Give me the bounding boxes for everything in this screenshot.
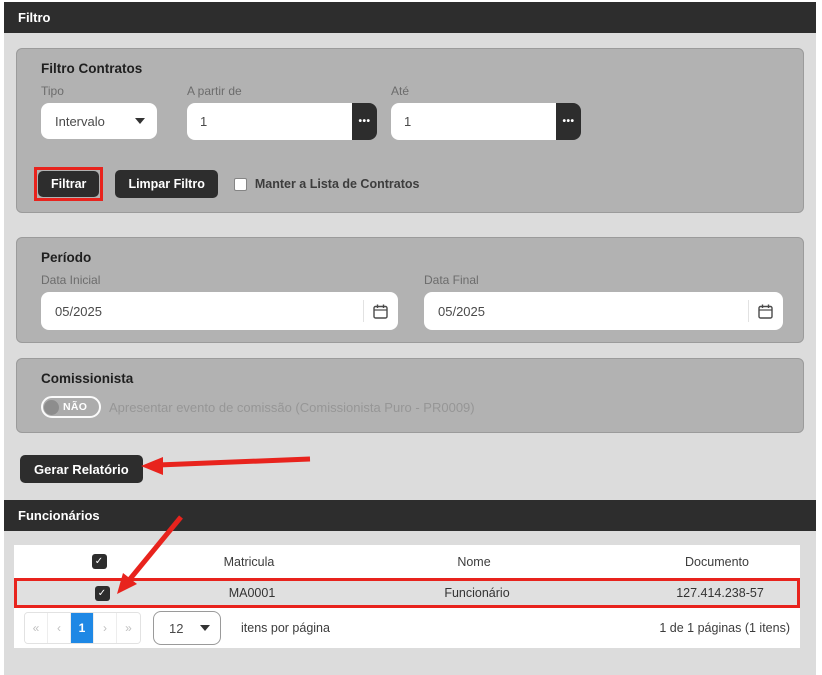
- tipo-select[interactable]: Intervalo: [41, 103, 157, 139]
- row-checkbox[interactable]: ✓: [95, 586, 110, 601]
- page-size-value: 12: [169, 621, 183, 636]
- gerar-relatorio-button[interactable]: Gerar Relatório: [20, 455, 143, 483]
- panel-filtro-contratos: Filtro Contratos Tipo Intervalo A partir…: [16, 48, 804, 213]
- calendar-icon[interactable]: [373, 304, 388, 319]
- header-checkbox-cell: ✓: [14, 554, 184, 569]
- column-header-documento: Documento: [634, 555, 800, 569]
- filtro-title: Filtro: [18, 10, 51, 25]
- toggle-knob-icon: [44, 400, 59, 415]
- limpar-filtro-button[interactable]: Limpar Filtro: [115, 170, 217, 198]
- data-final-value: 05/2025: [438, 304, 485, 319]
- tipo-select-value: Intervalo: [55, 114, 105, 129]
- table-row[interactable]: ✓ MA0001 Funcionário 127.414.238-57: [14, 578, 800, 608]
- check-icon: ✓: [98, 588, 106, 599]
- table-footer: « ‹ 1 › » 12 itens por página 1 de 1 pág…: [14, 608, 800, 648]
- panel-filtro-contratos-title: Filtro Contratos: [41, 61, 779, 76]
- ellipsis-icon: •••: [562, 116, 574, 127]
- field-data-final: Data Final 05/2025: [424, 273, 783, 330]
- manter-lista-label: Manter a Lista de Contratos: [255, 177, 420, 191]
- funcionarios-table: ✓ Matricula Nome Documento ✓ MA0001 Func…: [14, 545, 800, 648]
- ate-input[interactable]: 1: [391, 103, 556, 140]
- page-size-select[interactable]: 12: [153, 611, 221, 645]
- field-data-inicial: Data Inicial 05/2025: [41, 273, 398, 330]
- pagination-summary: 1 de 1 páginas (1 itens): [659, 621, 790, 635]
- filtrar-button[interactable]: Filtrar: [38, 171, 99, 197]
- cell-nome: Funcionário: [317, 586, 637, 600]
- funcionarios-header-bar: Funcionários: [4, 500, 816, 531]
- panel-periodo-title: Período: [41, 250, 779, 265]
- toggle-state-label: NÃO: [63, 401, 87, 413]
- pagination-page-1-button[interactable]: 1: [71, 613, 94, 643]
- ate-group: 1 •••: [391, 103, 581, 140]
- panel-comissionista: Comissionista NÃO Apresentar evento de c…: [16, 358, 804, 433]
- ate-lookup-button[interactable]: •••: [556, 103, 581, 140]
- a-partir-de-input[interactable]: 1: [187, 103, 352, 140]
- input-divider: [748, 300, 749, 322]
- comissionista-toggle[interactable]: NÃO: [41, 396, 101, 418]
- filtro-header-bar: Filtro: [4, 2, 816, 33]
- filtro-body: Filtro Contratos Tipo Intervalo A partir…: [4, 33, 816, 500]
- a-partir-de-group: 1 •••: [187, 103, 377, 140]
- field-ate: Até 1 •••: [391, 84, 581, 140]
- periodo-fields-row: Data Inicial 05/2025 Data Final 05/2025: [41, 273, 779, 330]
- items-per-page-label: itens por página: [241, 621, 330, 635]
- annotation-box-filtrar: Filtrar: [34, 167, 103, 201]
- panel-periodo: Período Data Inicial 05/2025 Data Final: [16, 237, 804, 343]
- comissionista-label: Apresentar evento de comissão (Comission…: [109, 400, 475, 415]
- field-tipo: Tipo Intervalo: [41, 84, 157, 140]
- data-inicial-label: Data Inicial: [41, 273, 398, 287]
- ate-label: Até: [391, 84, 581, 98]
- pagination-prev-button[interactable]: ‹: [48, 613, 71, 643]
- contratos-fields-row: Tipo Intervalo A partir de 1 ••• Até: [41, 84, 779, 140]
- data-inicial-input[interactable]: 05/2025: [41, 292, 398, 330]
- data-inicial-value: 05/2025: [55, 304, 102, 319]
- chevron-down-icon: [200, 625, 210, 631]
- data-final-input[interactable]: 05/2025: [424, 292, 783, 330]
- column-header-matricula: Matricula: [184, 555, 314, 569]
- pagination-last-button[interactable]: »: [117, 613, 140, 643]
- funcionarios-title: Funcionários: [18, 508, 100, 523]
- calendar-icon[interactable]: [758, 304, 773, 319]
- a-partir-de-label: A partir de: [187, 84, 377, 98]
- cell-matricula: MA0001: [187, 586, 317, 600]
- row-checkbox-cell: ✓: [17, 586, 187, 601]
- column-header-nome: Nome: [314, 555, 634, 569]
- data-final-label: Data Final: [424, 273, 783, 287]
- ellipsis-icon: •••: [358, 116, 370, 127]
- input-divider: [363, 300, 364, 322]
- check-icon: ✓: [95, 556, 103, 567]
- cell-documento: 127.414.238-57: [637, 586, 803, 600]
- field-a-partir-de: A partir de 1 •••: [187, 84, 377, 140]
- a-partir-de-lookup-button[interactable]: •••: [352, 103, 377, 140]
- table-header-row: ✓ Matricula Nome Documento: [14, 545, 800, 578]
- pagination-next-button[interactable]: ›: [94, 613, 117, 643]
- chevron-down-icon: [135, 118, 145, 124]
- tipo-label: Tipo: [41, 84, 157, 98]
- pagination-group: « ‹ 1 › »: [24, 612, 141, 644]
- comissionista-toggle-row: NÃO Apresentar evento de comissão (Comis…: [41, 396, 779, 418]
- select-all-checkbox[interactable]: ✓: [92, 554, 107, 569]
- main-card: Filtro Filtro Contratos Tipo Intervalo A…: [4, 2, 816, 675]
- contratos-actions-row: Filtrar Limpar Filtro Manter a Lista de …: [41, 167, 779, 201]
- panel-comissionista-title: Comissionista: [41, 371, 779, 386]
- funcionarios-body: ✓ Matricula Nome Documento ✓ MA0001 Func…: [4, 531, 816, 675]
- manter-lista-checkbox[interactable]: [234, 178, 247, 191]
- pagination-first-button[interactable]: «: [25, 613, 48, 643]
